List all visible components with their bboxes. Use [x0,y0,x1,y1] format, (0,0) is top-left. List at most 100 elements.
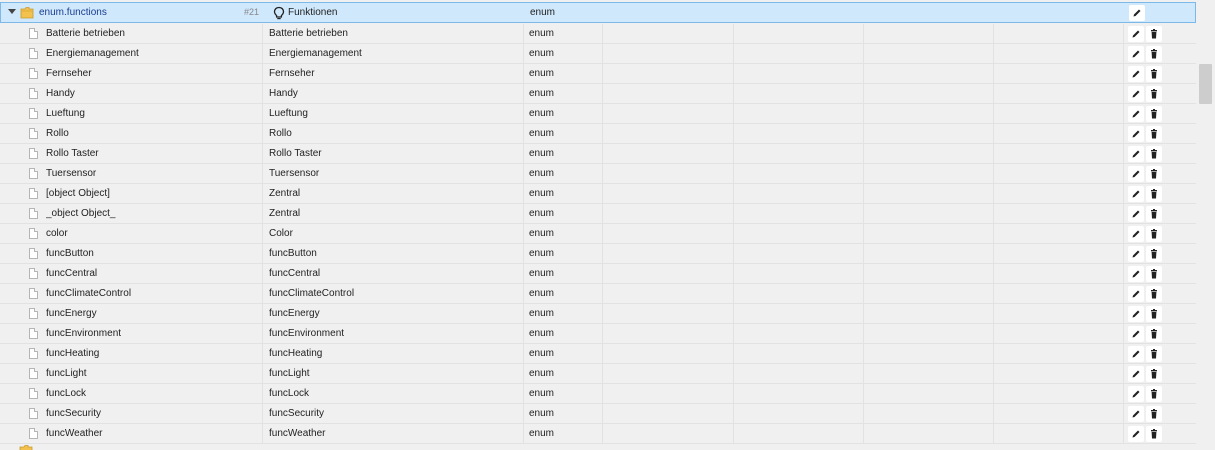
tree-row[interactable]: Rollo Rollo enum [0,124,1196,144]
tree-row[interactable]: funcHeating funcHeating enum [0,344,1196,364]
tree-row-enum-functions[interactable]: enum.functions #21 Funktionen enum [0,2,1196,23]
delete-button[interactable] [1146,226,1162,242]
tree-row[interactable]: Fernseher Fernseher enum [0,64,1196,84]
tree-row[interactable]: _object Object_ Zentral enum [0,204,1196,224]
column-divider [863,384,864,404]
tree-row[interactable]: funcClimateControl funcClimateControl enum [0,284,1196,304]
edit-button[interactable] [1128,66,1144,82]
edit-button[interactable] [1128,306,1144,322]
edit-button[interactable] [1128,166,1144,182]
delete-button[interactable] [1146,206,1162,222]
column-divider [863,264,864,284]
tree-row[interactable]: Rollo Taster Rollo Taster enum [0,144,1196,164]
edit-button[interactable] [1128,226,1144,242]
delete-button[interactable] [1146,46,1162,62]
delete-button[interactable] [1146,406,1162,422]
tree-row[interactable]: Batterie betrieben Batterie betrieben enum [0,24,1196,44]
edit-button[interactable] [1128,26,1144,42]
tree-row[interactable]: color Color enum [0,224,1196,244]
delete-button[interactable] [1146,86,1162,102]
edit-button[interactable] [1128,366,1144,382]
edit-button[interactable] [1128,386,1144,402]
collapse-arrow-icon[interactable] [8,9,16,14]
edit-button[interactable] [1128,266,1144,282]
delete-button[interactable] [1146,386,1162,402]
edit-button[interactable] [1128,286,1144,302]
edit-button[interactable] [1129,5,1145,21]
row-id: Lueftung [46,108,85,119]
edit-button[interactable] [1128,146,1144,162]
column-divider [1123,424,1124,444]
column-divider [523,284,524,304]
tree-row[interactable]: funcEnergy funcEnergy enum [0,304,1196,324]
delete-button[interactable] [1146,266,1162,282]
delete-button[interactable] [1146,186,1162,202]
tree-row[interactable]: funcCentral funcCentral enum [0,264,1196,284]
tree-row[interactable]: funcEnvironment funcEnvironment enum [0,324,1196,344]
edit-button[interactable] [1128,126,1144,142]
tree-row[interactable]: funcLight funcLight enum [0,364,1196,384]
column-divider [523,304,524,324]
tree-row[interactable]: funcWeather funcWeather enum [0,424,1196,444]
tree-row[interactable]: funcLock funcLock enum [0,384,1196,404]
tree-row[interactable]: [object Object] Zentral enum [0,184,1196,204]
delete-button[interactable] [1146,126,1162,142]
edit-button[interactable] [1128,186,1144,202]
delete-button[interactable] [1146,306,1162,322]
file-icon [29,48,38,59]
delete-button[interactable] [1146,286,1162,302]
column-divider [863,244,864,264]
row-id: funcSecurity [46,408,102,419]
tree-row[interactable]: Energiemanagement Energiemanagement enum [0,44,1196,64]
row-type: enum [529,308,555,319]
delete-button[interactable] [1146,426,1162,442]
file-icon [29,428,38,439]
edit-button[interactable] [1128,106,1144,122]
tree-row[interactable]: funcButton funcButton enum [0,244,1196,264]
file-icon [29,208,38,219]
delete-button[interactable] [1146,166,1162,182]
column-divider [733,184,734,204]
edit-button[interactable] [1128,86,1144,102]
column-divider [523,244,524,264]
column-divider [993,324,994,344]
row-type: enum [529,148,555,159]
column-divider [602,324,603,344]
vertical-scrollbar[interactable] [1196,0,1215,450]
column-divider [863,164,864,184]
tree-row[interactable]: Tuersensor Tuersensor enum [0,164,1196,184]
column-divider [602,424,603,444]
edit-button[interactable] [1128,426,1144,442]
edit-button[interactable] [1128,406,1144,422]
column-divider [993,264,994,284]
delete-button[interactable] [1146,246,1162,262]
delete-button[interactable] [1146,346,1162,362]
column-divider [993,24,994,44]
trash-icon [1151,289,1157,299]
edit-button[interactable] [1128,246,1144,262]
column-divider [1123,264,1124,284]
file-icon [29,368,38,379]
delete-button[interactable] [1146,366,1162,382]
row-type: enum [529,288,555,299]
tree-row[interactable]: funcSecurity funcSecurity enum [0,404,1196,424]
delete-button[interactable] [1146,326,1162,342]
edit-button[interactable] [1128,206,1144,222]
tree-row[interactable]: Lueftung Lueftung enum [0,104,1196,124]
delete-button[interactable] [1146,146,1162,162]
tree-row[interactable]: Handy Handy enum [0,84,1196,104]
row-id: Rollo [46,128,69,139]
delete-button[interactable] [1146,26,1162,42]
column-divider [602,84,603,104]
edit-button[interactable] [1128,326,1144,342]
delete-button[interactable] [1146,66,1162,82]
pencil-icon [1132,170,1140,178]
scrollbar-thumb[interactable] [1199,64,1212,104]
column-divider [1123,64,1124,84]
delete-button[interactable] [1146,106,1162,122]
edit-button[interactable] [1128,346,1144,362]
column-divider [733,244,734,264]
edit-button[interactable] [1128,46,1144,62]
folder-icon [20,7,34,19]
row-type: enum [529,128,555,139]
